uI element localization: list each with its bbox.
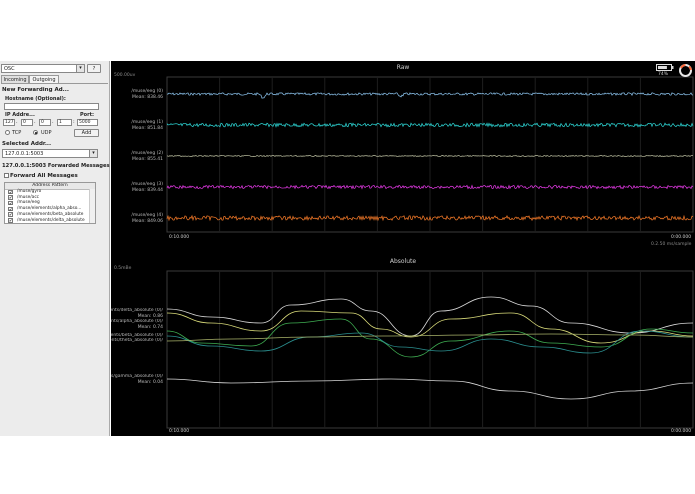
ip-octet-1-input[interactable]: 127 (3, 119, 15, 126)
raw-x-end: 0:00.000 (671, 235, 692, 240)
raw-plot-title: Raw (396, 64, 410, 71)
forwarded-messages-label: 127.0.0.1:5003 Forwarded Messages (2, 163, 110, 169)
selected-address-label: Selected Addr... (2, 141, 52, 147)
headband-status-icon (678, 63, 693, 78)
ip-address-label: IP Addre... (5, 112, 35, 118)
port-label: Port: (80, 112, 94, 118)
new-forwarding-label: New Forwarding Ad... (2, 87, 69, 93)
row-checkbox[interactable]: ✔ (8, 195, 13, 200)
chevron-down-icon: ▾ (89, 150, 97, 157)
udp-radio[interactable] (33, 130, 38, 135)
channel-mean: Mean: 0.04 (137, 380, 163, 385)
raw-channel-label: /muse/eeg (0) Mean: 838.46 (113, 89, 163, 101)
channel-mean: Mean: 851.84 (132, 126, 163, 131)
table-row[interactable]: ✔ /muse/elements/beta_absolute (5, 212, 91, 218)
ip-octet-2-input[interactable]: 0 (21, 119, 33, 126)
absolute-plot-scale: 0.5mBe (114, 266, 132, 271)
output-type-value: OSC (4, 66, 15, 72)
selected-address-value: 127.0.0.1:5003 (5, 151, 44, 157)
raw-channel-label: /muse/eeg (2) Mean: 855.41 (113, 151, 163, 163)
ip-dot: . (16, 119, 18, 125)
ip-octet-3-input[interactable]: 0 (39, 119, 51, 126)
tab-incoming[interactable]: Incoming (1, 75, 29, 83)
row-checkbox[interactable]: ✔ (8, 189, 13, 194)
row-checkbox[interactable]: ✔ (8, 206, 13, 212)
udp-label: UDP (41, 130, 52, 136)
channel-mean: Mean: 838.46 (132, 95, 163, 100)
absolute-channel-label: /muse/elements/gamma_absolute (0)Mean: 0… (111, 374, 163, 386)
selected-address-select[interactable]: 127.0.0.1:5003 ▾ (2, 149, 98, 158)
chevron-down-icon: ▾ (76, 65, 84, 72)
app-window: OSC ▾ ? Incoming Outgoing New Forwarding… (0, 61, 695, 436)
absolute-channel-label: /muse/elements/alpha_absolute (0)Mean: 0… (111, 319, 163, 331)
channel-mean: Mean: 849.06 (132, 219, 163, 224)
address-pattern-cell: /muse/gyro (17, 189, 42, 194)
address-pattern-table: Address Pattern ✔/muse/gyro ✔/muse/acc ✔/m… (4, 182, 96, 224)
absolute-plot-title: Absolute (389, 258, 417, 265)
tcp-label: TCP (12, 130, 22, 136)
forward-all-label: Forward All Messages (10, 173, 78, 179)
address-pattern-cell: /muse/elements/delta_absolute (17, 217, 85, 223)
plots-area: Raw 500.00uv /muse/eeg (0) Mean: 838.46/m… (111, 61, 695, 436)
row-checkbox[interactable]: ✔ (8, 212, 13, 217)
plots-canvas (166, 76, 694, 429)
channel-mean: Mean: 0.74 (137, 325, 163, 330)
output-type-select[interactable]: OSC ▾ (1, 64, 85, 73)
add-button[interactable]: Add (74, 129, 99, 137)
table-row[interactable]: ✔ /muse/elements/delta_absolute (5, 218, 91, 224)
ip-octet-4-input[interactable]: 1 (57, 119, 72, 126)
address-pattern-cell: /muse/elements/beta_absolute (17, 211, 84, 217)
row-checkbox[interactable]: ✔ (8, 218, 13, 223)
ip-dot: . (52, 119, 54, 125)
address-pattern-cell: /muse/elements/alpha_abso... (17, 206, 82, 212)
table-scrollbar[interactable] (89, 189, 95, 223)
table-row[interactable]: ✔ /muse/elements/alpha_abso... (5, 206, 91, 212)
battery-percent: 74% (658, 72, 669, 77)
absolute-x-end: 0:00.000 (671, 429, 692, 434)
channel-mean: Mean: 855.41 (132, 157, 163, 162)
forwarding-panel: OSC ▾ ? Incoming Outgoing New Forwarding… (0, 61, 110, 436)
battery-icon (656, 64, 674, 71)
absolute-channel-label: /muse/elements/theta_absolute (0) (111, 338, 163, 344)
ip-dot: . (34, 119, 36, 125)
tab-divider (1, 83, 108, 84)
absolute-x-start: 0:10.000 (169, 429, 190, 434)
port-separator: : (73, 119, 75, 125)
hostname-input[interactable] (4, 103, 99, 110)
channel-mean: Mean: 839.44 (132, 188, 163, 193)
raw-channel-label: /muse/eeg (4) Mean: 849.06 (113, 213, 163, 225)
port-input[interactable]: 5000 (77, 119, 98, 126)
help-button[interactable]: ? (87, 64, 101, 73)
forward-all-checkbox[interactable] (4, 173, 9, 178)
channel-name: /muse/elements/theta_absolute (0) (111, 338, 163, 343)
tab-outgoing[interactable]: Outgoing (29, 75, 59, 83)
raw-x-start: 0:10.000 (169, 235, 190, 240)
raw-plot-scale: 500.00uv (114, 73, 136, 78)
table-row[interactable]: ✔ /muse/gyro (5, 189, 91, 195)
hostname-label: Hostname (Optional): (5, 96, 66, 102)
row-checkbox[interactable]: ✔ (8, 200, 13, 206)
raw-channel-label: /muse/eeg (1) Mean: 851.84 (113, 120, 163, 132)
raw-sample-note: 0.2.50 ms/sample (651, 242, 692, 247)
tcp-radio[interactable] (5, 130, 10, 135)
raw-channel-label: /muse/eeg (3) Mean: 839.44 (113, 182, 163, 194)
